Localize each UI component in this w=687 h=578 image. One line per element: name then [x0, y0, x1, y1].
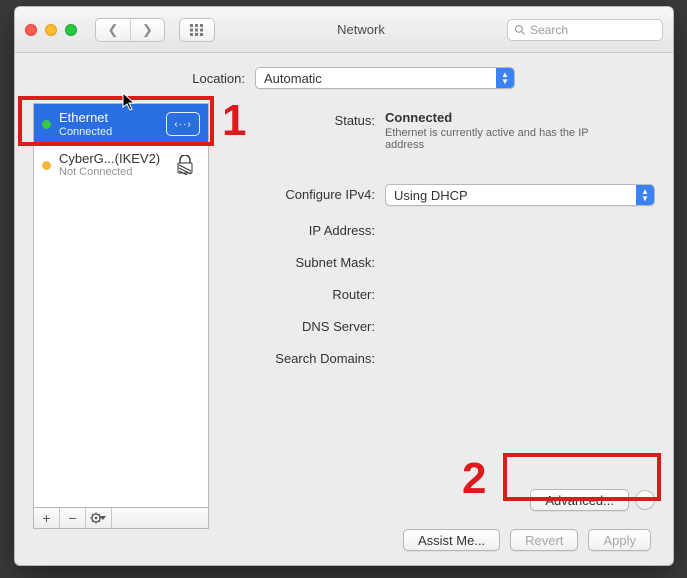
service-name: CyberG...(IKEV2) [59, 151, 160, 167]
annotation-label-2: 2 [462, 454, 486, 504]
assist-me-button[interactable]: Assist Me... [403, 529, 500, 551]
forward-button[interactable]: ❯ [130, 19, 164, 41]
gear-icon [90, 512, 108, 524]
status-description: Ethernet is currently active and has the… [385, 127, 625, 151]
location-label: Location: [15, 71, 245, 86]
back-button[interactable]: ❮ [96, 19, 130, 41]
annotation-label-1: 1 [222, 96, 246, 146]
subnet-mask-label: Subnet Mask: [233, 252, 375, 270]
titlebar: ❮ ❯ Network Search [15, 7, 673, 53]
service-status: Not Connected [59, 166, 160, 179]
window-controls [25, 24, 77, 36]
location-dropdown[interactable]: Automatic ▲▼ [255, 67, 515, 89]
search-input[interactable]: Search [507, 19, 663, 41]
cursor-icon [122, 92, 138, 112]
search-icon [514, 24, 526, 36]
annotation-box-2 [503, 453, 661, 501]
configure-ipv4-value: Using DHCP [394, 188, 468, 203]
service-sidebar: Ethernet Connected ‹··› CyberG...(IKEV2)… [33, 103, 209, 529]
lock-icon [170, 154, 200, 176]
location-value: Automatic [264, 71, 322, 86]
apply-button[interactable]: Apply [588, 529, 651, 551]
configure-ipv4-dropdown[interactable]: Using DHCP ▲▼ [385, 184, 655, 206]
window-title: Network [221, 22, 501, 37]
grid-icon [180, 19, 214, 41]
maximize-icon[interactable] [65, 24, 77, 36]
service-actions-button[interactable] [86, 508, 112, 528]
sidebar-item-vpn[interactable]: CyberG...(IKEV2) Not Connected [34, 145, 208, 186]
search-domains-label: Search Domains: [233, 348, 375, 366]
toolbar-spacer [112, 508, 208, 528]
service-toolbar: + − [33, 507, 209, 529]
footer-buttons: Assist Me... Revert Apply [15, 529, 673, 565]
chevron-updown-icon: ▲▼ [636, 185, 654, 205]
remove-service-button[interactable]: − [60, 508, 86, 528]
dns-server-label: DNS Server: [233, 316, 375, 334]
back-forward-group: ❮ ❯ [95, 18, 165, 42]
annotation-box-1 [18, 96, 214, 146]
close-icon[interactable] [25, 24, 37, 36]
minimize-icon[interactable] [45, 24, 57, 36]
status-value: Connected [385, 110, 452, 125]
router-label: Router: [233, 284, 375, 302]
ip-address-label: IP Address: [233, 220, 375, 238]
status-label: Status: [233, 110, 375, 128]
revert-button[interactable]: Revert [510, 529, 578, 551]
add-service-button[interactable]: + [34, 508, 60, 528]
show-all-button[interactable] [179, 18, 215, 42]
search-placeholder: Search [530, 23, 568, 37]
status-dot-icon [42, 161, 51, 170]
service-list: Ethernet Connected ‹··› CyberG...(IKEV2)… [33, 103, 209, 507]
configure-ipv4-label: Configure IPv4: [233, 184, 375, 202]
chevron-updown-icon: ▲▼ [496, 68, 514, 88]
